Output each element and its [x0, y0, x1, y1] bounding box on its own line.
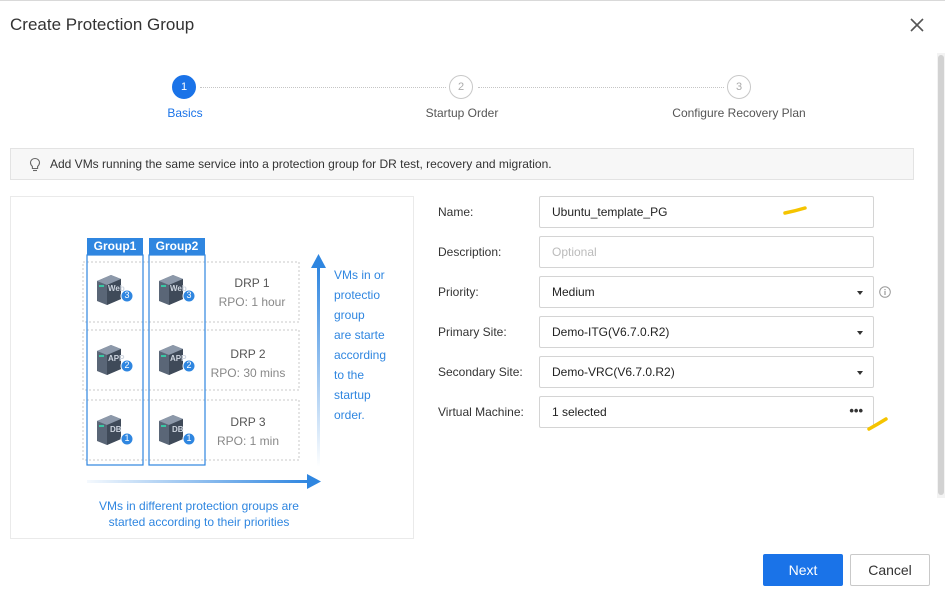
description-placeholder: Optional [552, 245, 597, 259]
description-field[interactable]: Optional [539, 236, 874, 268]
secondary-site-select[interactable]: Demo-VRC(V6.7.0.R2) [539, 356, 874, 388]
vm-count-badge: 2 [124, 360, 130, 370]
caption-line: order. [334, 408, 365, 422]
highlight-mark [783, 206, 807, 215]
priority-label: Priority: [438, 285, 479, 299]
caption-line: group [334, 308, 365, 322]
drp-2-title: DRP 2 [230, 347, 266, 361]
server-label: APP [108, 354, 125, 363]
step-1-label: Basics [167, 106, 203, 120]
primary-site-value: Demo-ITG(V6.7.0.R2) [552, 325, 670, 339]
lightbulb-icon [29, 157, 41, 172]
step-connector [200, 87, 446, 88]
caption-line: VMs in different protection groups are [99, 499, 299, 513]
step-connector [478, 87, 724, 88]
drp-1-title: DRP 1 [234, 276, 270, 290]
description-label: Description: [438, 245, 502, 259]
server-label: DB [110, 425, 122, 434]
vm-count-badge: 3 [186, 290, 192, 300]
drp-1-rpo: RPO: 1 hour [218, 295, 286, 309]
caption-line: protectio [334, 288, 381, 302]
step-2-indicator: 2 [449, 75, 473, 99]
create-protection-group-dialog: Create Protection Group 1 Basics 2 Start… [0, 0, 945, 593]
drp-3-rpo: RPO: 1 min [216, 434, 279, 448]
priority-value: Medium [552, 285, 595, 299]
vm-count-badge: 1 [186, 433, 192, 443]
primary-site-select[interactable]: Demo-ITG(V6.7.0.R2) [539, 316, 874, 348]
info-icon[interactable] [879, 286, 891, 298]
drp-2-rpo: RPO: 30 mins [210, 366, 286, 380]
secondary-site-value: Demo-VRC(V6.7.0.R2) [552, 365, 675, 379]
step-2-label: Startup Order [425, 106, 499, 120]
server-label: APP [170, 354, 187, 363]
chevron-down-icon [857, 291, 863, 295]
right-arrow-icon [307, 474, 321, 489]
chevron-down-icon [857, 371, 863, 375]
name-field[interactable]: Ubuntu_template_PG [539, 196, 874, 228]
up-arrow-icon [311, 254, 326, 268]
primary-site-label: Primary Site: [438, 325, 507, 339]
secondary-site-label: Secondary Site: [438, 365, 523, 379]
caption-line: startup [334, 388, 371, 402]
vm-count-badge: 3 [124, 290, 130, 300]
cancel-button[interactable]: Cancel [850, 554, 930, 586]
caption-line: are starte [334, 328, 385, 342]
step-3-label: Configure Recovery Plan [672, 106, 806, 120]
close-icon[interactable] [907, 15, 927, 35]
step-3-indicator: 3 [727, 75, 751, 99]
server-label: DB [172, 425, 184, 434]
group1-header: Group1 [93, 239, 137, 253]
virtual-machine-label: Virtual Machine: [438, 405, 524, 419]
vm-count-badge: 2 [186, 360, 192, 370]
vm-count-badge: 1 [124, 433, 130, 443]
more-icon[interactable]: ••• [849, 403, 863, 418]
highlight-mark [867, 417, 888, 431]
vertical-caption: VMs in or protectio group are starte acc… [334, 265, 394, 425]
bottom-caption: VMs in different protection groups are s… [51, 498, 347, 530]
caption-line: according [334, 348, 387, 362]
caption-line: to the [334, 368, 365, 382]
next-button[interactable]: Next [763, 554, 843, 586]
step-1-indicator: 1 [172, 75, 196, 99]
name-label: Name: [438, 205, 474, 219]
caption-line: VMs in or [334, 268, 385, 282]
group2-header: Group2 [155, 239, 199, 253]
protection-group-illustration: Group1 Group2 Web Web APP APP DB DB 3 3 … [10, 196, 414, 539]
chevron-down-icon [857, 331, 863, 335]
virtual-machine-field[interactable]: 1 selected ••• [539, 396, 874, 428]
scrollbar-thumb[interactable] [938, 55, 944, 495]
virtual-machine-value: 1 selected [552, 405, 607, 419]
info-tip: Add VMs running the same service into a … [10, 148, 914, 180]
name-value: Ubuntu_template_PG [552, 205, 668, 219]
dialog-title: Create Protection Group [10, 15, 195, 34]
drp-3-title: DRP 3 [230, 415, 266, 429]
tip-text: Add VMs running the same service into a … [50, 157, 552, 171]
caption-line: started according to their priorities [108, 515, 290, 529]
priority-select[interactable]: Medium [539, 276, 874, 308]
